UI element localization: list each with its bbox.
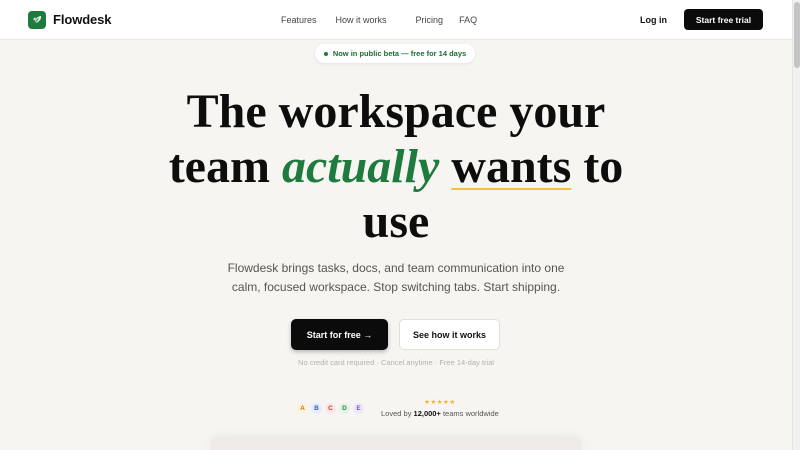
product-preview-card <box>210 436 582 450</box>
nav-link-how-it-works[interactable]: How it works <box>336 15 387 25</box>
scrollbar-thumb[interactable] <box>794 2 800 68</box>
avatar: A <box>296 401 309 415</box>
subtitle-line-2: calm, focused workspace. Stop switching … <box>231 280 561 294</box>
hero-subtitle: Flowdesk brings tasks, docs, and team co… <box>0 259 792 297</box>
headline-line-2-pre: team <box>168 140 282 193</box>
top-nav: Flowdesk Features How it works Pricing F… <box>0 0 792 40</box>
fine-print: No credit card required · Cancel anytime… <box>298 358 494 367</box>
loved-pre: Loved by <box>381 409 414 418</box>
headline-underlined-word: wants <box>451 140 572 193</box>
loved-count: 12,000+ <box>413 409 441 418</box>
nav-link-pricing[interactable]: Pricing <box>416 15 444 25</box>
start-free-trial-button[interactable]: Start free trial <box>684 9 763 30</box>
headline-line-3: use <box>362 195 430 248</box>
headline-line-1: The workspace your <box>186 85 606 138</box>
leaf-icon <box>28 10 46 29</box>
brand[interactable]: Flowdesk <box>28 10 112 29</box>
login-link[interactable]: Log in <box>640 15 667 25</box>
beta-badge: Now in public beta — free for 14 days <box>315 44 475 63</box>
avatar: B <box>310 401 323 415</box>
rating-block: ★★★★★ Loved by 12,000+ teams worldwide <box>381 398 499 418</box>
hero-headline: The workspace your team actually wants t… <box>0 84 792 249</box>
avatar: C <box>324 401 337 415</box>
star-rating-icon: ★★★★★ <box>424 399 456 406</box>
subtitle-line-1: Flowdesk brings tasks, docs, and team co… <box>227 261 565 275</box>
nav-link-features[interactable]: Features <box>281 15 317 25</box>
headline-space <box>439 140 451 193</box>
avatar-stack: A B C D E <box>296 401 365 415</box>
brand-name: Flowdesk <box>53 12 112 27</box>
see-how-it-works-button[interactable]: See how it works <box>399 319 500 350</box>
social-proof: A B C D E ★★★★★ Loved by 12,000+ teams w… <box>296 398 499 418</box>
start-for-free-button[interactable]: Start for free → <box>291 319 388 350</box>
headline-accent-word: actually <box>281 140 440 193</box>
headline-line-2-post: to <box>571 140 624 193</box>
scrollbar[interactable] <box>792 0 800 450</box>
nav-link-faq[interactable]: FAQ <box>459 15 477 25</box>
hero-cta-group: Start for free → See how it works <box>291 319 500 350</box>
nav-links: Features How it works Pricing FAQ <box>281 0 477 40</box>
loved-by-text: Loved by 12,000+ teams worldwide <box>381 409 499 418</box>
avatar: D <box>338 401 351 415</box>
landing-page: Flowdesk Features How it works Pricing F… <box>0 0 792 450</box>
avatar: E <box>352 401 365 415</box>
loved-post: teams worldwide <box>440 409 499 418</box>
nav-actions: Log in Start free trial <box>640 9 763 30</box>
beta-badge-text: Now in public beta — free for 14 days <box>332 49 467 58</box>
status-dot-icon <box>323 51 328 56</box>
